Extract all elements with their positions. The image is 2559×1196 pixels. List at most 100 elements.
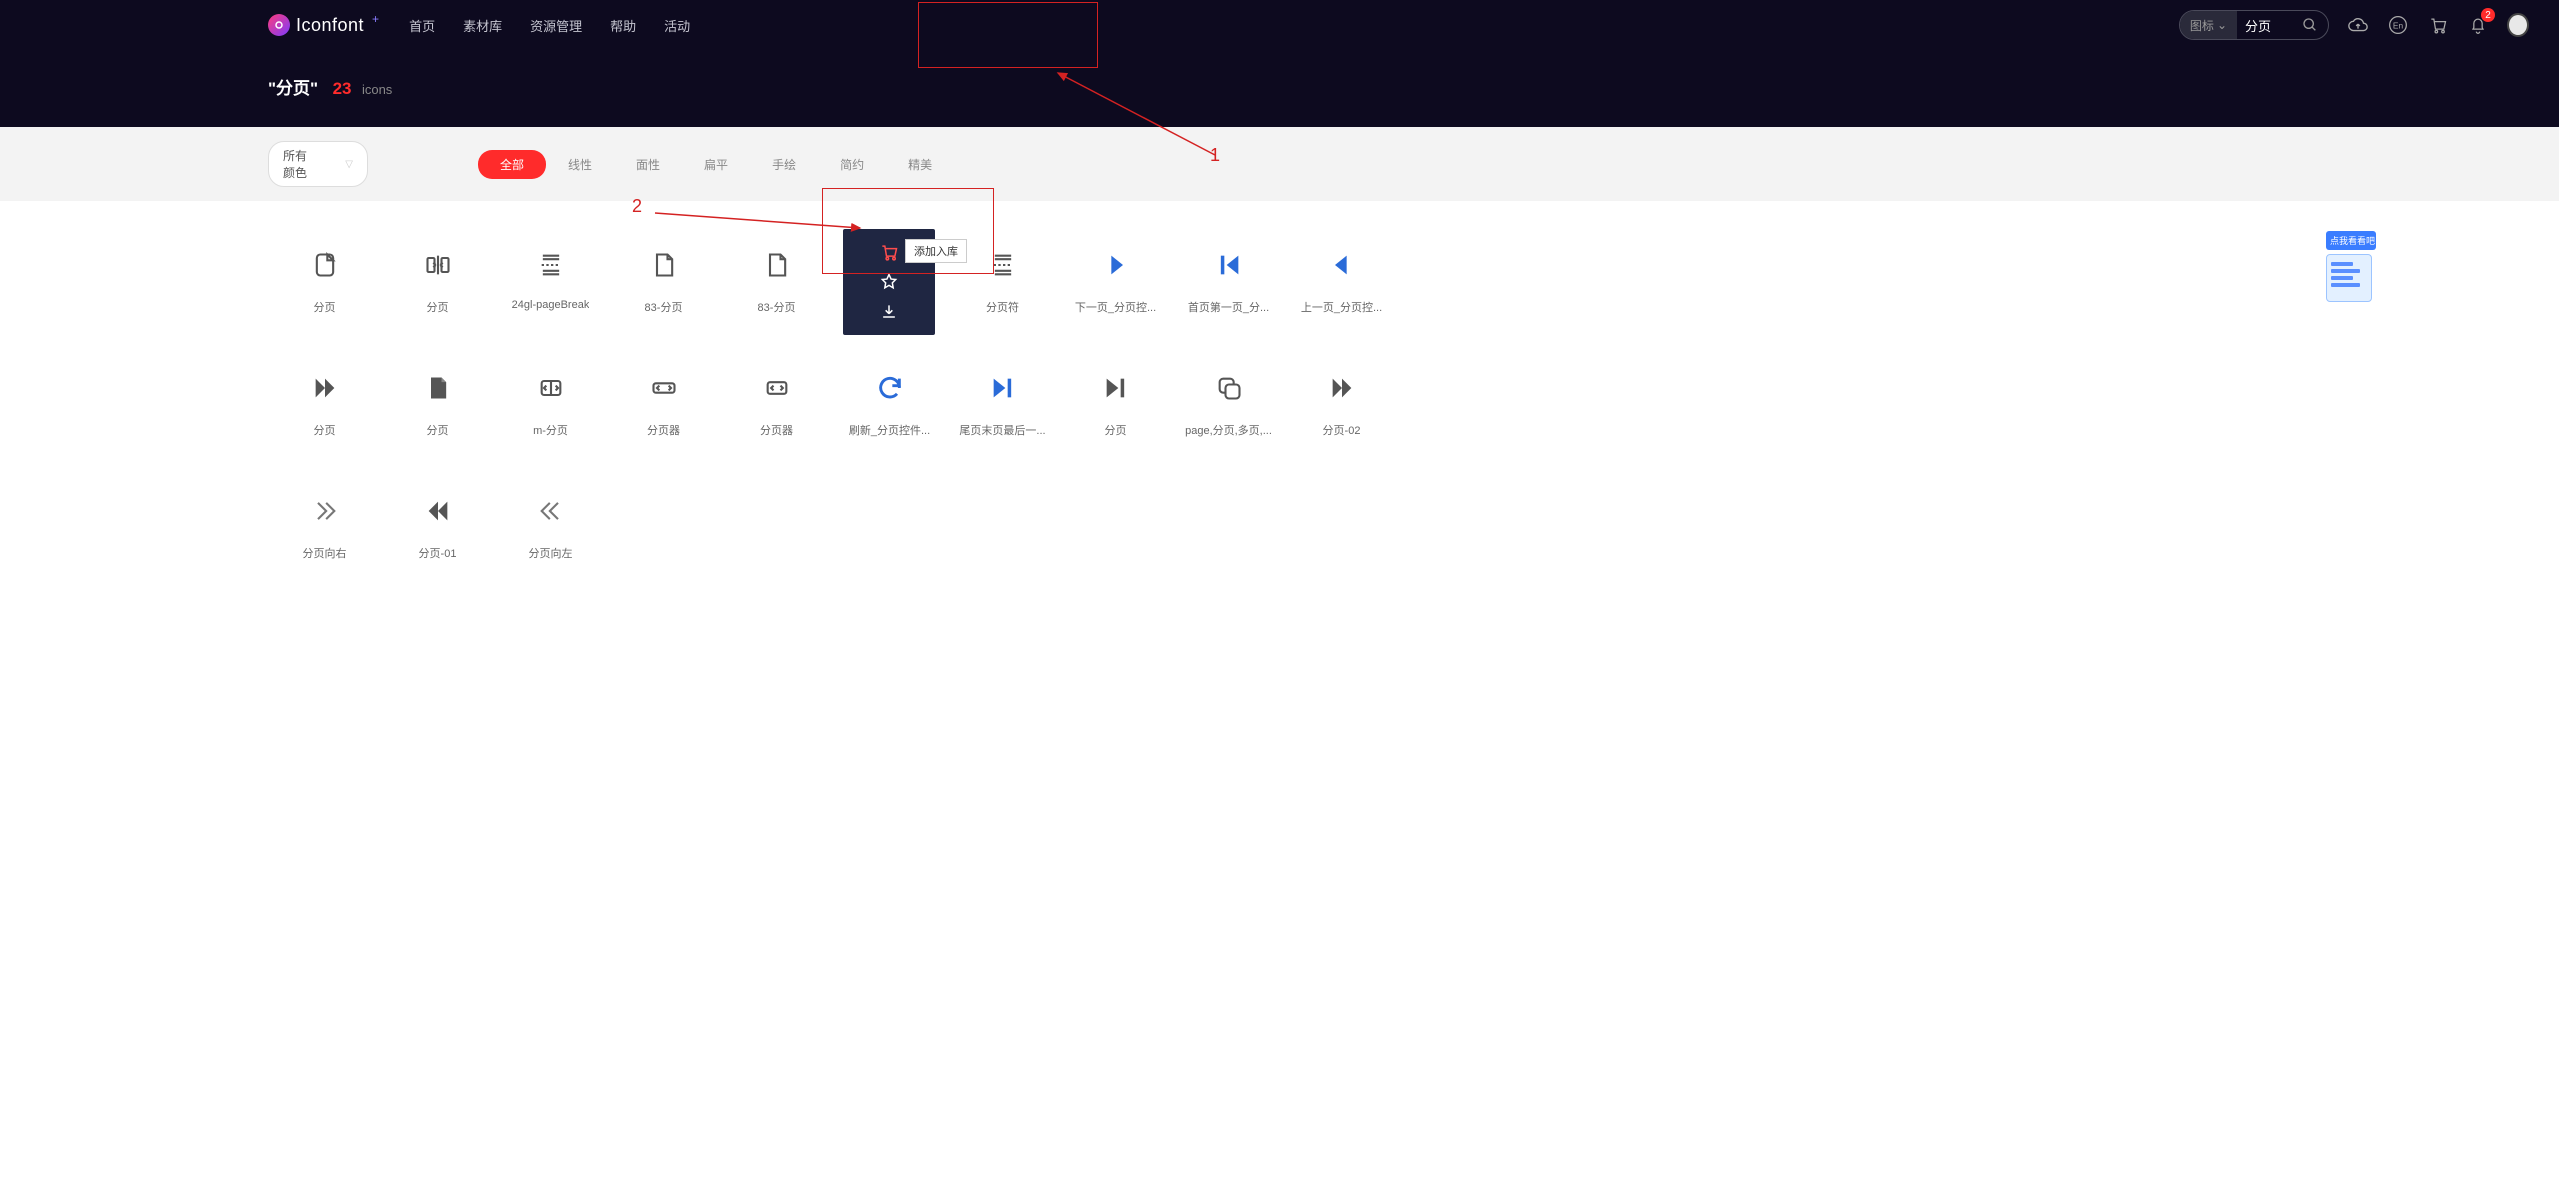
header-right: 图标 ⌄ En 2 bbox=[2179, 10, 2529, 40]
icon-hover-panel: 添加入库 bbox=[843, 229, 935, 335]
icon-cell[interactable]: 上一页_分页控... bbox=[1285, 231, 1398, 354]
icon-cell[interactable]: 83-分页 bbox=[607, 231, 720, 354]
add-to-cart-button[interactable]: 添加入库 bbox=[843, 237, 935, 267]
search-type-label: 图标 bbox=[2190, 17, 2214, 34]
icon-preview bbox=[535, 249, 567, 281]
icon-preview bbox=[309, 495, 341, 527]
logo-text: Iconfont bbox=[296, 15, 364, 36]
icon-preview bbox=[535, 372, 567, 404]
user-avatar[interactable] bbox=[2507, 14, 2529, 36]
icon-cell[interactable]: 刷新_分页控件... bbox=[833, 354, 946, 477]
icon-preview bbox=[422, 495, 454, 527]
color-filter-select[interactable]: 所有颜色 ▽ bbox=[268, 141, 368, 187]
notification-badge: 2 bbox=[2481, 8, 2495, 22]
icon-preview bbox=[648, 249, 680, 281]
bell-icon[interactable]: 2 bbox=[2467, 14, 2489, 36]
nav-activity[interactable]: 活动 bbox=[664, 16, 690, 35]
logo-plus: + bbox=[372, 12, 379, 26]
icon-cell[interactable]: 分页 bbox=[268, 231, 381, 354]
icon-label: 分页器 bbox=[647, 422, 680, 438]
nav-home[interactable]: 首页 bbox=[409, 16, 435, 35]
search-input[interactable] bbox=[2237, 18, 2292, 33]
icon-cell[interactable]: 分页器 bbox=[720, 354, 833, 477]
top-header: Iconfont + 首页 素材库 资源管理 帮助 活动 图标 ⌄ En bbox=[0, 0, 2559, 50]
icon-preview bbox=[987, 249, 1019, 281]
icon-cell[interactable]: 分页-01 bbox=[381, 477, 494, 600]
logo-icon bbox=[268, 14, 290, 36]
color-filter-label: 所有颜色 bbox=[283, 147, 315, 181]
icon-cell[interactable]: 分页-02 bbox=[1285, 354, 1398, 477]
nav-help[interactable]: 帮助 bbox=[610, 16, 636, 35]
icon-label: 83-分页 bbox=[645, 299, 683, 315]
style-tabs: 全部 线性 面性 扁平 手绘 简约 精美 bbox=[478, 150, 954, 179]
language-icon[interactable]: En bbox=[2387, 14, 2409, 36]
promo-widget[interactable]: 点我看看吧！ bbox=[2326, 231, 2376, 302]
top-nav: 首页 素材库 资源管理 帮助 活动 bbox=[409, 16, 690, 35]
icon-label: 尾页末页最后一... bbox=[959, 422, 1045, 438]
icon-preview bbox=[648, 372, 680, 404]
icon-cell[interactable]: 分页向左 bbox=[494, 477, 607, 600]
icon-cell[interactable]: 添加入库 Bre... bbox=[833, 231, 946, 354]
promo-bubble: 点我看看吧！ bbox=[2326, 231, 2376, 250]
tab-filled[interactable]: 面性 bbox=[614, 150, 682, 179]
icon-label: 24gl-pageBreak bbox=[512, 299, 590, 311]
icon-cell[interactable]: 分页 bbox=[381, 354, 494, 477]
download-button[interactable] bbox=[843, 297, 935, 327]
icon-cell[interactable]: 分页 bbox=[1059, 354, 1172, 477]
icon-label: 83-分页 bbox=[758, 299, 796, 315]
icon-preview bbox=[1213, 372, 1245, 404]
icon-cell[interactable]: 分页 bbox=[381, 231, 494, 354]
nav-resource[interactable]: 资源管理 bbox=[530, 16, 582, 35]
promo-card-icon bbox=[2326, 254, 2372, 302]
brand-logo[interactable]: Iconfont + bbox=[268, 14, 379, 36]
search-bar: 图标 ⌄ bbox=[2179, 10, 2329, 40]
icon-cell[interactable]: 首页第一页_分... bbox=[1172, 231, 1285, 354]
icon-preview bbox=[761, 372, 793, 404]
result-count: 23 bbox=[333, 79, 352, 98]
icon-cell[interactable]: 分页 bbox=[268, 354, 381, 477]
icon-cell[interactable]: 下一页_分页控... bbox=[1059, 231, 1172, 354]
icon-label: 刷新_分页控件... bbox=[849, 422, 930, 438]
icon-label: 分页 bbox=[427, 299, 449, 315]
icon-preview bbox=[1100, 249, 1132, 281]
icon-cell[interactable]: 分页向右 bbox=[268, 477, 381, 600]
result-query: "分页" bbox=[268, 79, 318, 98]
icon-label: 分页-02 bbox=[1323, 422, 1361, 438]
icon-cell[interactable]: 分页符 bbox=[946, 231, 1059, 354]
cloud-icon[interactable] bbox=[2347, 14, 2369, 36]
search-type-select[interactable]: 图标 ⌄ bbox=[2180, 11, 2237, 39]
icon-cell[interactable]: 分页器 bbox=[607, 354, 720, 477]
icon-preview bbox=[761, 249, 793, 281]
icon-label: 分页 bbox=[427, 422, 449, 438]
icon-cell[interactable]: 24gl-pageBreak bbox=[494, 231, 607, 354]
filter-bar: 所有颜色 ▽ 全部 线性 面性 扁平 手绘 简约 精美 bbox=[0, 127, 2559, 201]
icon-preview bbox=[535, 495, 567, 527]
icon-cell[interactable]: page,分页,多页,... bbox=[1172, 354, 1285, 477]
icon-cell[interactable]: 83-分页 bbox=[720, 231, 833, 354]
icon-preview bbox=[1213, 249, 1245, 281]
favorite-button[interactable] bbox=[843, 267, 935, 297]
tab-flat[interactable]: 扁平 bbox=[682, 150, 750, 179]
icon-cell[interactable]: m-分页 bbox=[494, 354, 607, 477]
icon-label: 分页-01 bbox=[419, 545, 457, 561]
icon-label: 下一页_分页控... bbox=[1075, 299, 1156, 315]
icon-label: 分页符 bbox=[986, 299, 1019, 315]
icon-cell[interactable]: 尾页末页最后一... bbox=[946, 354, 1059, 477]
result-unit: icons bbox=[362, 82, 392, 97]
tab-simple[interactable]: 简约 bbox=[818, 150, 886, 179]
tab-linear[interactable]: 线性 bbox=[546, 150, 614, 179]
nav-library[interactable]: 素材库 bbox=[463, 16, 502, 35]
tab-handdrawn[interactable]: 手绘 bbox=[750, 150, 818, 179]
icon-label: 分页 bbox=[1105, 422, 1127, 438]
icon-label: 首页第一页_分... bbox=[1188, 299, 1269, 315]
result-header: "分页" 23 icons bbox=[0, 50, 2559, 127]
tab-all[interactable]: 全部 bbox=[478, 150, 546, 179]
icon-preview bbox=[1326, 372, 1358, 404]
icon-preview bbox=[422, 249, 454, 281]
icon-preview bbox=[1326, 249, 1358, 281]
cart-icon[interactable] bbox=[2427, 14, 2449, 36]
icon-label: 分页向左 bbox=[529, 545, 573, 561]
tab-fine[interactable]: 精美 bbox=[886, 150, 954, 179]
search-button[interactable] bbox=[2292, 17, 2328, 33]
search-icon bbox=[2302, 17, 2318, 33]
